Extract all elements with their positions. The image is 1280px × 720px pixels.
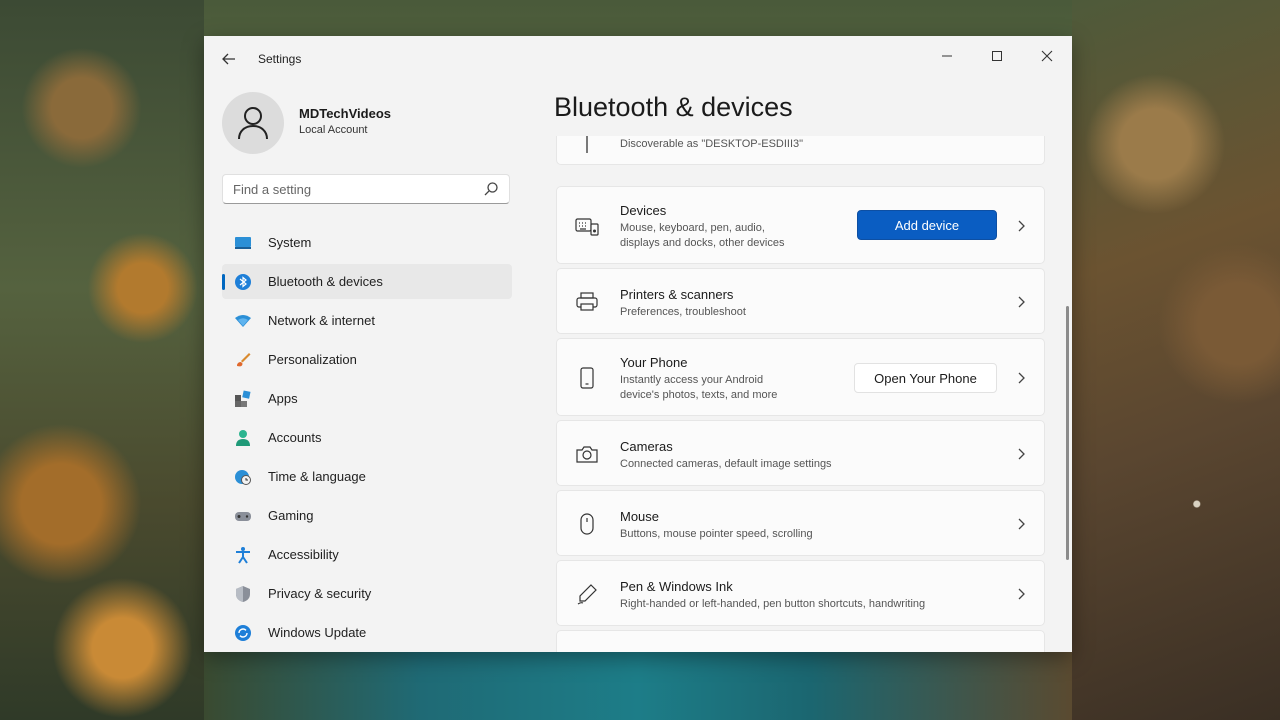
bluetooth-discoverable-text: Discoverable as "DESKTOP-ESDIII3": [620, 138, 804, 150]
camera-icon: [576, 446, 598, 463]
add-device-button[interactable]: Add device: [857, 210, 997, 240]
bluetooth-card[interactable]: Discoverable as "DESKTOP-ESDIII3": [556, 136, 1045, 165]
chevron-right-icon: [1016, 587, 1026, 601]
user-profile[interactable]: MDTechVideos Local Account: [222, 90, 502, 154]
title-bar: Settings: [204, 36, 1072, 80]
cameras-card[interactable]: Cameras Connected cameras, default image…: [556, 420, 1045, 486]
desktop-wallpaper-bottom: [204, 652, 1072, 720]
gamepad-icon: [235, 512, 251, 521]
phone-subtitle-line1: Instantly access your Android: [620, 374, 764, 386]
back-arrow-icon: [222, 53, 235, 65]
sidebar-item-label: Gaming: [268, 508, 314, 523]
devices-card[interactable]: Devices Mouse, keyboard, pen, audio, dis…: [556, 186, 1045, 264]
avatar: [222, 92, 284, 154]
globe-clock-icon: [235, 470, 251, 485]
pen-title: Pen & Windows Ink: [620, 579, 733, 594]
wifi-icon: [235, 315, 251, 327]
sidebar-item-network[interactable]: Network & internet: [222, 303, 512, 338]
close-icon: [1041, 50, 1053, 62]
sidebar-item-label: Windows Update: [268, 625, 367, 640]
minimize-button[interactable]: [924, 42, 970, 72]
devices-title: Devices: [620, 203, 667, 218]
search-icon: [484, 182, 498, 196]
desktop-wallpaper-right: [1072, 0, 1280, 720]
sidebar-item-accounts[interactable]: Accounts: [222, 420, 512, 455]
user-name: MDTechVideos: [299, 106, 391, 121]
chevron-right-icon: [1016, 447, 1026, 461]
sidebar-item-time-language[interactable]: Time & language: [222, 459, 512, 494]
mouse-icon: [580, 513, 594, 535]
page-title: Bluetooth & devices: [554, 92, 793, 122]
apps-icon: [235, 390, 251, 407]
mouse-card[interactable]: Mouse Buttons, mouse pointer speed, scro…: [556, 490, 1045, 556]
printers-scanners-card[interactable]: Printers & scanners Preferences, trouble…: [556, 268, 1045, 334]
maximize-button[interactable]: [974, 42, 1020, 72]
bluetooth-icon: [586, 136, 588, 153]
sidebar-item-system[interactable]: System: [222, 225, 512, 260]
chevron-right-icon: [1016, 517, 1026, 531]
printers-title: Printers & scanners: [620, 287, 734, 302]
sidebar-nav: System Bluetooth & devices Network & int…: [222, 225, 512, 652]
sidebar-item-label: Apps: [268, 391, 298, 406]
pen-subtitle: Right-handed or left-handed, pen button …: [620, 598, 926, 610]
sidebar-item-windows-update[interactable]: Windows Update: [222, 615, 512, 650]
cameras-subtitle: Connected cameras, default image setting…: [620, 458, 832, 470]
close-button[interactable]: [1024, 42, 1070, 72]
sidebar-item-label: Accessibility: [268, 547, 339, 562]
sidebar-item-personalization[interactable]: Personalization: [222, 342, 512, 377]
search-box[interactable]: Find a setting: [222, 174, 510, 204]
keyboard-speaker-icon: [575, 218, 599, 236]
minimize-icon: [942, 55, 952, 57]
printers-subtitle: Preferences, troubleshoot: [620, 306, 746, 318]
back-button[interactable]: [218, 48, 240, 70]
accessibility-icon: [236, 547, 250, 564]
phone-subtitle-line2: device's photos, texts, and more: [620, 389, 778, 401]
user-icon: [238, 107, 268, 140]
devices-subtitle-line1: Mouse, keyboard, pen, audio,: [620, 222, 765, 234]
maximize-icon: [992, 51, 1002, 61]
sidebar-item-gaming[interactable]: Gaming: [222, 498, 512, 533]
sidebar-item-label: Personalization: [268, 352, 357, 367]
pen-windows-ink-card[interactable]: Pen & Windows Ink Right-handed or left-h…: [556, 560, 1045, 626]
sidebar-item-label: Privacy & security: [268, 586, 372, 601]
account-type: Local Account: [299, 124, 368, 136]
chevron-right-icon: [1016, 219, 1026, 233]
bluetooth-icon: [235, 274, 251, 290]
app-title: Settings: [258, 52, 302, 66]
mouse-subtitle: Buttons, mouse pointer speed, scrolling: [620, 528, 813, 540]
pen-icon: [577, 584, 597, 605]
settings-content: Discoverable as "DESKTOP-ESDIII3" Device…: [556, 136, 1045, 652]
shield-icon: [236, 586, 250, 602]
mouse-title: Mouse: [620, 509, 660, 524]
printer-icon: [576, 292, 598, 311]
sidebar-item-label: Time & language: [268, 469, 366, 484]
brush-icon: [237, 353, 251, 367]
next-card-partial[interactable]: [556, 630, 1045, 652]
devices-subtitle-line2: displays and docks, other devices: [620, 237, 785, 249]
search-input[interactable]: Find a setting: [233, 182, 311, 197]
sidebar-item-bluetooth-devices[interactable]: Bluetooth & devices: [222, 264, 512, 299]
sidebar-item-label: Network & internet: [268, 313, 375, 328]
chevron-right-icon: [1016, 371, 1026, 385]
monitor-icon: [235, 237, 251, 249]
scrollbar[interactable]: [1066, 306, 1069, 560]
your-phone-card[interactable]: Your Phone Instantly access your Android…: [556, 338, 1045, 416]
cameras-title: Cameras: [620, 439, 673, 454]
sidebar-item-accessibility[interactable]: Accessibility: [222, 537, 512, 572]
sidebar-item-label: System: [268, 235, 312, 250]
settings-window: Settings MDTechVideos Local Account Find…: [204, 36, 1072, 652]
phone-icon: [580, 367, 594, 389]
phone-title: Your Phone: [620, 355, 688, 370]
desktop-wallpaper-left: [0, 0, 204, 720]
refresh-icon: [235, 625, 251, 641]
chevron-right-icon: [1016, 295, 1026, 309]
person-icon: [236, 430, 250, 446]
sidebar-item-apps[interactable]: Apps: [222, 381, 512, 416]
sidebar-item-privacy[interactable]: Privacy & security: [222, 576, 512, 611]
sidebar-item-label: Bluetooth & devices: [268, 274, 383, 289]
sidebar-item-label: Accounts: [268, 430, 322, 445]
open-your-phone-button[interactable]: Open Your Phone: [854, 363, 997, 393]
